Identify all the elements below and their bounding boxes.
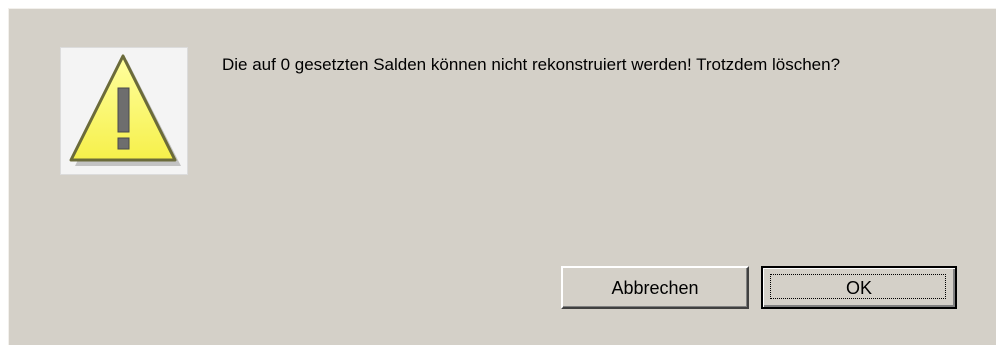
ok-button-label: OK bbox=[845, 278, 872, 298]
dialog-message: Die auf 0 gesetzten Salden können nicht … bbox=[222, 55, 841, 74]
cancel-button[interactable]: Abbrechen bbox=[561, 266, 749, 309]
warning-icon-frame bbox=[60, 47, 188, 175]
warning-icon bbox=[69, 54, 181, 166]
message-dialog: Die auf 0 gesetzten Salden können nicht … bbox=[8, 8, 996, 345]
ok-button[interactable]: OK bbox=[761, 266, 957, 309]
